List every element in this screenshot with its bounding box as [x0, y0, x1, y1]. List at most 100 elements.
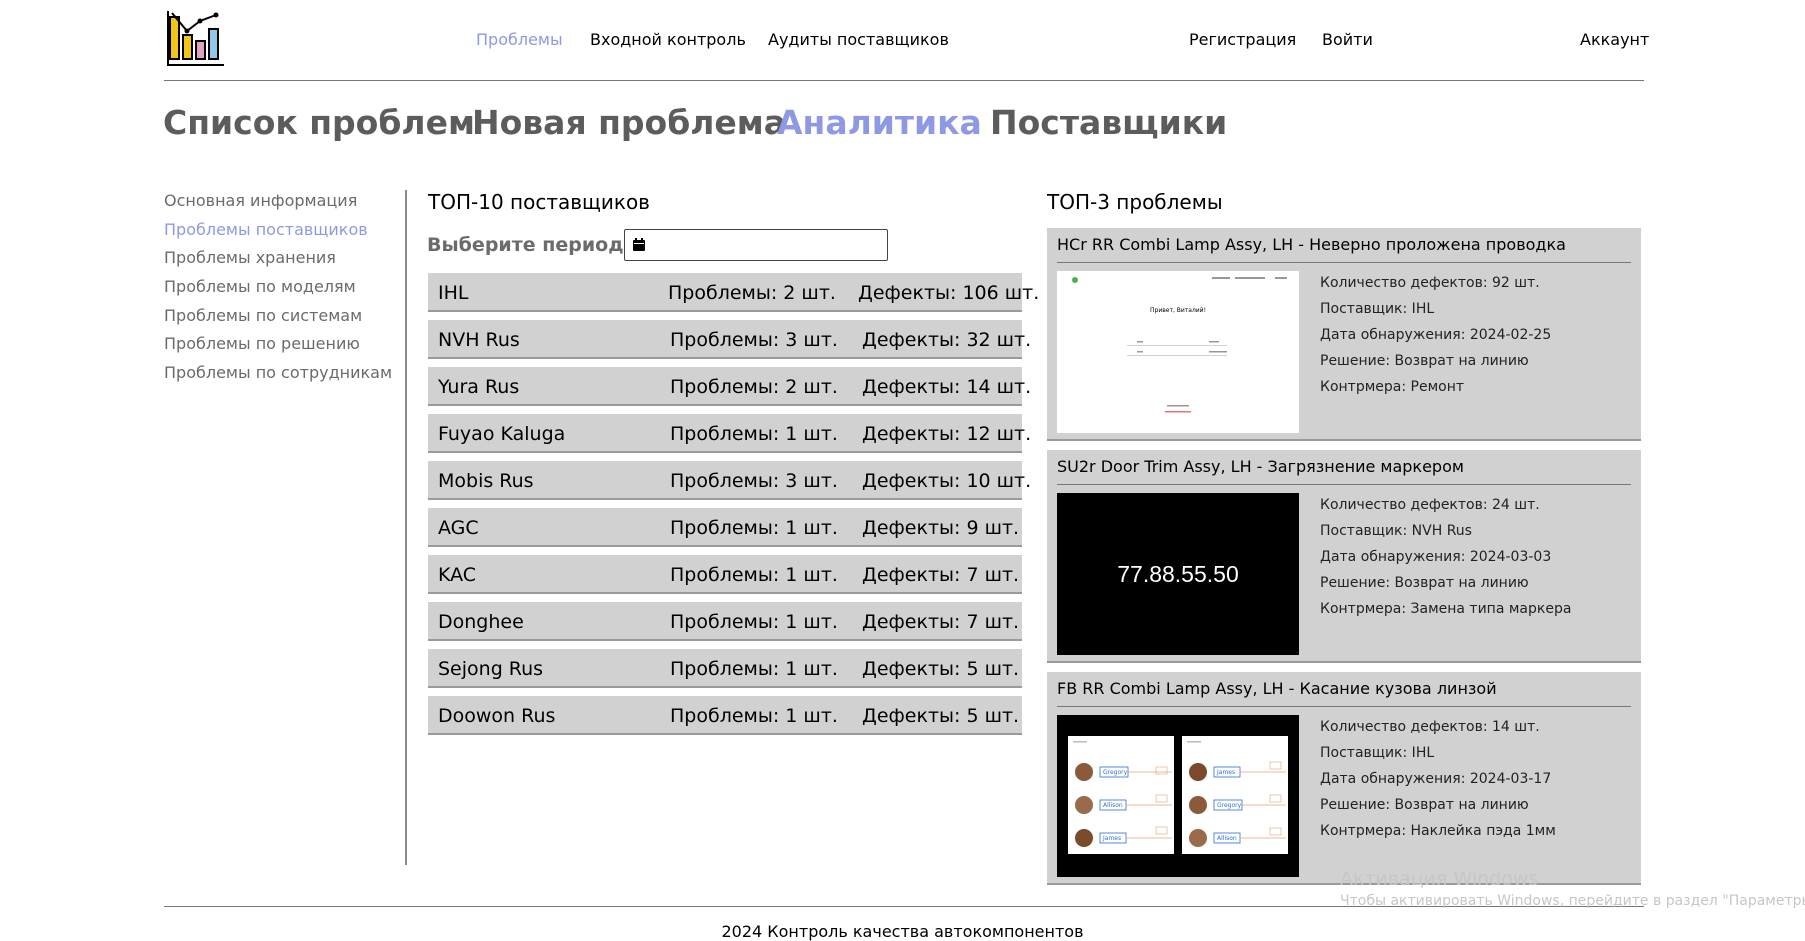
sidebar-divider [405, 190, 407, 865]
card-divider [1057, 706, 1631, 707]
chat-name: James [1216, 769, 1235, 776]
supplier-problems: Проблемы: 1 шт. [670, 564, 838, 586]
supplier-problems: Проблемы: 3 шт. [670, 470, 838, 492]
table-row[interactable]: IHL Проблемы: 2 шт. Дефекты: 106 шт. [428, 273, 1039, 312]
supplier-problems: Проблемы: 1 шт. [670, 517, 838, 539]
table-row[interactable]: Mobis Rus Проблемы: 3 шт. Дефекты: 10 шт… [428, 461, 1031, 500]
period-input[interactable] [624, 229, 888, 261]
image-greeting: Привет, Виталий! [1150, 307, 1206, 314]
card-defects: Количество дефектов: 92 шт. [1320, 275, 1540, 291]
tab-new-problem[interactable]: Новая проблема [472, 103, 786, 142]
supplier-problems: Проблемы: 1 шт. [670, 658, 838, 680]
table-row[interactable]: NVH Rus Проблемы: 3 шт. Дефекты: 32 шт. [428, 320, 1031, 359]
windows-watermark-title: Активация Windows [1340, 868, 1539, 890]
supplier-name: Yura Rus [438, 376, 520, 398]
table-row[interactable]: KAC Проблемы: 1 шт. Дефекты: 7 шт. [428, 555, 1022, 594]
card-supplier: Поставщик: IHL [1320, 301, 1435, 317]
card-solution: Решение: Возврат на линию [1320, 575, 1529, 591]
problem-image: Gregory Allison James James Gregory Alli… [1057, 715, 1299, 877]
tab-suppliers[interactable]: Поставщики [990, 103, 1227, 142]
card-defects: Количество дефектов: 24 шт. [1320, 497, 1540, 513]
supplier-problems: Проблемы: 2 шт. [668, 282, 836, 304]
chat-name: James [1102, 835, 1121, 842]
supplier-name: Sejong Rus [438, 658, 544, 680]
supplier-defects: Дефекты: 14 шт. [862, 376, 1032, 398]
register-link[interactable]: Регистрация [1189, 30, 1296, 49]
supplier-defects: Дефекты: 12 шт. [862, 423, 1032, 445]
sidebar-item-supplier-problems[interactable]: Проблемы поставщиков [164, 220, 368, 239]
supplier-name: Mobis Rus [438, 470, 534, 492]
nav-problems[interactable]: Проблемы [476, 30, 563, 49]
table-row[interactable]: Fuyao Kaluga Проблемы: 1 шт. Дефекты: 12… [428, 414, 1031, 453]
top10-title: ТОП-10 поставщиков [428, 190, 650, 214]
card-countermeasure: Контрмера: Замена типа маркера [1320, 601, 1572, 617]
card-countermeasure: Контрмера: Ремонт [1320, 379, 1464, 395]
supplier-name: AGC [438, 517, 479, 539]
card-defects: Количество дефектов: 14 шт. [1320, 719, 1540, 735]
header-divider [164, 80, 1644, 81]
supplier-problems: Проблемы: 2 шт. [670, 376, 838, 398]
problem-card[interactable]: FB RR Combi Lamp Assy, LH - Касание кузо… [1047, 672, 1641, 885]
table-row[interactable]: AGC Проблемы: 1 шт. Дефекты: 9 шт. [428, 508, 1022, 547]
logo-chart-icon [167, 11, 224, 66]
supplier-problems: Проблемы: 1 шт. [670, 423, 838, 445]
sidebar-item-solution-problems[interactable]: Проблемы по решению [164, 334, 360, 353]
supplier-problems: Проблемы: 3 шт. [670, 329, 838, 351]
chat-name: Gregory [1217, 802, 1242, 809]
calendar-icon[interactable] [632, 238, 646, 252]
supplier-problems: Проблемы: 1 шт. [670, 611, 838, 633]
table-row[interactable]: Donghee Проблемы: 1 шт. Дефекты: 7 шт. [428, 602, 1022, 641]
problem-card-title: FB RR Combi Lamp Assy, LH - Касание кузо… [1057, 679, 1497, 698]
top3-title: ТОП-3 проблемы [1047, 190, 1223, 214]
card-date: Дата обнаружения: 2024-03-17 [1320, 771, 1552, 787]
problem-card[interactable]: SU2r Door Trim Assy, LH - Загрязнение ма… [1047, 450, 1641, 663]
chat-name: Gregory [1103, 769, 1128, 776]
card-supplier: Поставщик: NVH Rus [1320, 523, 1472, 539]
card-supplier: Поставщик: IHL [1320, 745, 1435, 761]
card-solution: Решение: Возврат на линию [1320, 353, 1529, 369]
sidebar-item-storage-problems[interactable]: Проблемы хранения [164, 248, 336, 267]
supplier-problems: Проблемы: 1 шт. [670, 705, 838, 727]
login-link[interactable]: Войти [1322, 30, 1373, 49]
chat-name: Allison [1217, 835, 1237, 842]
sidebar-item-system-problems[interactable]: Проблемы по системам [164, 306, 362, 325]
card-solution: Решение: Возврат на линию [1320, 797, 1529, 813]
nav-incoming-control[interactable]: Входной контроль [590, 30, 746, 49]
supplier-name: IHL [438, 282, 469, 304]
login-screenshot-image: Привет, Виталий! [1072, 277, 1287, 413]
card-divider [1057, 262, 1631, 263]
supplier-name: Fuyao Kaluga [438, 423, 566, 445]
supplier-defects: Дефекты: 9 шт. [862, 517, 1020, 539]
sidebar-item-main-info[interactable]: Основная информация [164, 191, 357, 210]
supplier-name: Donghee [438, 611, 524, 633]
tab-analytics[interactable]: Аналитика [777, 103, 982, 142]
card-date: Дата обнаружения: 2024-03-03 [1320, 549, 1552, 565]
supplier-defects: Дефекты: 32 шт. [862, 329, 1032, 351]
table-row[interactable]: Sejong Rus Проблемы: 1 шт. Дефекты: 5 шт… [428, 649, 1022, 688]
sidebar-item-employee-problems[interactable]: Проблемы по сотрудникам [164, 363, 392, 382]
sidebar-item-model-problems[interactable]: Проблемы по моделям [164, 277, 356, 296]
table-row[interactable]: Doowon Rus Проблемы: 1 шт. Дефекты: 5 шт… [428, 696, 1022, 735]
supplier-name: NVH Rus [438, 329, 520, 351]
chat-flow-image: Gregory Allison James James Gregory Alli… [1068, 736, 1288, 854]
supplier-name: KAC [438, 564, 477, 586]
problem-card-title: HCr RR Combi Lamp Assy, LH - Неверно про… [1057, 235, 1566, 254]
card-countermeasure: Контрмера: Наклейка пэда 1мм [1320, 823, 1556, 839]
problem-card-title: SU2r Door Trim Assy, LH - Загрязнение ма… [1057, 457, 1464, 476]
supplier-defects: Дефекты: 7 шт. [862, 611, 1020, 633]
supplier-defects: Дефекты: 10 шт. [862, 470, 1032, 492]
nav-supplier-audits[interactable]: Аудиты поставщиков [768, 30, 949, 49]
card-divider [1057, 484, 1631, 485]
problem-image: 77.88.55.50 [1057, 493, 1299, 655]
supplier-defects: Дефекты: 5 шт. [862, 705, 1020, 727]
windows-watermark-text: Чтобы активировать Windows, перейдите в … [1340, 893, 1805, 909]
card-date: Дата обнаружения: 2024-02-25 [1320, 327, 1552, 343]
problem-image: Привет, Виталий! [1057, 271, 1299, 433]
tab-problem-list[interactable]: Список проблем [163, 103, 475, 142]
account-link[interactable]: Аккаунт [1580, 30, 1649, 49]
footer-text: 2024 Контроль качества автокомпонентов [721, 922, 1084, 941]
supplier-defects: Дефекты: 7 шт. [862, 564, 1020, 586]
table-row[interactable]: Yura Rus Проблемы: 2 шт. Дефекты: 14 шт. [428, 367, 1031, 406]
supplier-name: Doowon Rus [438, 705, 556, 727]
problem-card[interactable]: HCr RR Combi Lamp Assy, LH - Неверно про… [1047, 228, 1641, 441]
